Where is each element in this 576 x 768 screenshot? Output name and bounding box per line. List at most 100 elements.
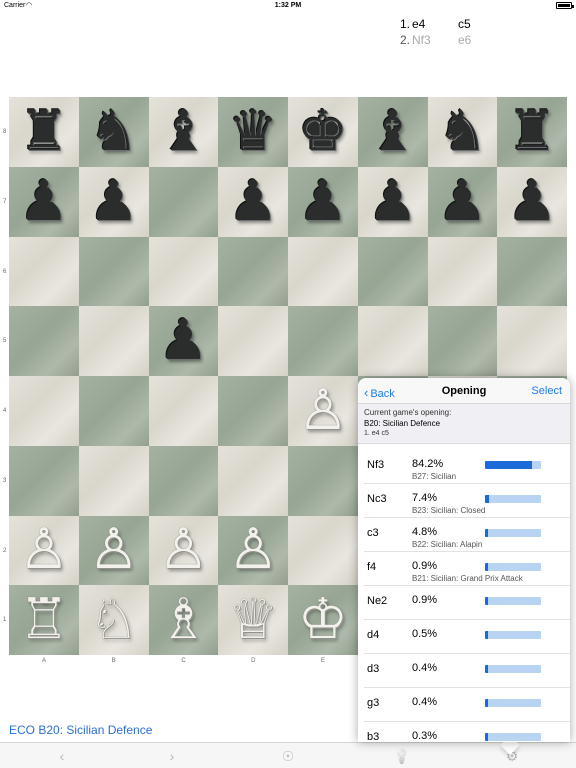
opening-move-row[interactable]: d3 0.4% bbox=[364, 654, 570, 688]
white-bishop-icon[interactable]: ♗ bbox=[158, 592, 208, 648]
board-square[interactable]: ♟ bbox=[218, 166, 288, 237]
black-rook-icon[interactable]: ♜ bbox=[507, 103, 557, 160]
black-pawn-icon[interactable]: ♟ bbox=[19, 173, 69, 230]
next-move-icon[interactable]: › bbox=[162, 747, 182, 765]
white-rook-icon[interactable]: ♖ bbox=[19, 592, 69, 648]
board-square[interactable]: ♚ bbox=[288, 97, 358, 167]
board-square[interactable] bbox=[78, 236, 149, 307]
white-queen-icon[interactable]: ♕ bbox=[228, 592, 278, 648]
opening-move-row[interactable]: Nc3 7.4% B23: Sicilian: Closed bbox=[364, 484, 570, 518]
black-knight-icon[interactable]: ♞ bbox=[437, 103, 487, 160]
select-button[interactable]: Select bbox=[531, 385, 562, 397]
move-list[interactable]: 1. e4 c5 2. Nf3 e6 bbox=[388, 16, 488, 48]
board-square[interactable] bbox=[497, 306, 567, 376]
board-square[interactable] bbox=[357, 306, 428, 376]
board-square[interactable]: ♟ bbox=[497, 166, 567, 237]
lightbulb-icon[interactable]: 💡 bbox=[392, 747, 412, 765]
board-square[interactable]: ♕ bbox=[218, 585, 288, 655]
black-pawn-icon[interactable]: ♟ bbox=[437, 173, 487, 230]
board-square[interactable] bbox=[218, 445, 288, 516]
opening-move-row[interactable]: Nf3 84.2% B27: Sicilian bbox=[364, 450, 570, 484]
board-square[interactable] bbox=[288, 236, 358, 307]
board-square[interactable]: ♝ bbox=[148, 97, 219, 167]
white-pawn-icon[interactable]: ♙ bbox=[228, 522, 278, 578]
board-square[interactable] bbox=[427, 236, 498, 307]
board-square[interactable]: ♟ bbox=[357, 166, 428, 237]
black-pawn-icon[interactable]: ♟ bbox=[158, 313, 208, 369]
black-pawn-icon[interactable]: ♟ bbox=[228, 173, 278, 230]
move-row[interactable]: 1. e4 c5 bbox=[388, 16, 488, 32]
board-square[interactable]: ♜ bbox=[497, 97, 567, 167]
board-square[interactable] bbox=[148, 445, 219, 516]
board-square[interactable]: ♞ bbox=[427, 97, 498, 167]
board-square[interactable]: ♙ bbox=[78, 515, 149, 586]
black-king-icon[interactable]: ♚ bbox=[298, 103, 348, 160]
board-square[interactable] bbox=[78, 445, 149, 516]
board-square[interactable] bbox=[9, 376, 79, 446]
board-square[interactable]: ♗ bbox=[148, 585, 219, 655]
eco-opening-link[interactable]: ECO B20: Sicilian Defence bbox=[9, 723, 152, 737]
board-square[interactable]: ♙ bbox=[9, 515, 79, 586]
previous-move-icon[interactable]: ‹ bbox=[52, 747, 72, 765]
black-pawn-icon[interactable]: ♟ bbox=[507, 173, 557, 230]
board-square[interactable] bbox=[9, 306, 79, 376]
board-square[interactable]: ♟ bbox=[148, 306, 219, 376]
opening-move-row[interactable]: f4 0.9% B21: Sicilian: Grand Prix Attack bbox=[364, 552, 570, 586]
white-knight-icon[interactable]: ♘ bbox=[89, 592, 139, 648]
board-square[interactable] bbox=[357, 236, 428, 307]
board-square[interactable]: ♘ bbox=[78, 585, 149, 655]
white-move[interactable]: e4 bbox=[412, 16, 425, 32]
opening-move-row[interactable]: Ne2 0.9% bbox=[364, 586, 570, 620]
opening-move-row[interactable]: c3 4.8% B22: Sicilian: Alapin bbox=[364, 518, 570, 552]
white-pawn-icon[interactable]: ♙ bbox=[19, 522, 69, 578]
board-square[interactable] bbox=[218, 236, 288, 307]
black-move[interactable]: e6 bbox=[458, 32, 471, 48]
white-move[interactable]: Nf3 bbox=[412, 32, 431, 48]
opening-move-row[interactable]: g3 0.4% bbox=[364, 688, 570, 722]
board-square[interactable]: ♙ bbox=[288, 376, 358, 446]
black-queen-icon[interactable]: ♛ bbox=[228, 103, 278, 160]
board-square[interactable] bbox=[288, 306, 358, 376]
white-king-icon[interactable]: ♔ bbox=[298, 592, 348, 648]
board-square[interactable]: ♙ bbox=[148, 515, 219, 586]
board-square[interactable]: ♛ bbox=[218, 97, 288, 167]
white-pawn-icon[interactable]: ♙ bbox=[298, 382, 348, 439]
board-square[interactable] bbox=[427, 306, 498, 376]
opening-move-list[interactable]: Nf3 84.2% B27: Sicilian Nc3 7.4% B23: Sicilia… bbox=[358, 444, 570, 742]
hint-icon[interactable]: ☉ bbox=[278, 747, 298, 765]
board-square[interactable] bbox=[148, 166, 219, 237]
board-square[interactable]: ♔ bbox=[288, 585, 358, 655]
black-bishop-icon[interactable]: ♝ bbox=[158, 103, 208, 160]
board-square[interactable] bbox=[288, 445, 358, 516]
board-square[interactable] bbox=[9, 445, 79, 516]
board-square[interactable] bbox=[497, 236, 567, 307]
board-square[interactable]: ♟ bbox=[427, 166, 498, 237]
board-square[interactable] bbox=[78, 306, 149, 376]
board-square[interactable]: ♞ bbox=[78, 97, 149, 167]
board-square[interactable] bbox=[218, 376, 288, 446]
board-square[interactable] bbox=[148, 376, 219, 446]
board-square[interactable] bbox=[218, 306, 288, 376]
black-knight-icon[interactable]: ♞ bbox=[89, 103, 139, 160]
black-pawn-icon[interactable]: ♟ bbox=[368, 173, 418, 230]
opening-move-row[interactable]: d4 0.5% bbox=[364, 620, 570, 654]
board-square[interactable]: ♜ bbox=[9, 97, 79, 167]
board-square[interactable]: ♝ bbox=[357, 97, 428, 167]
black-move[interactable]: c5 bbox=[458, 16, 471, 32]
black-pawn-icon[interactable]: ♟ bbox=[298, 173, 348, 230]
board-square[interactable]: ♖ bbox=[9, 585, 79, 655]
white-pawn-icon[interactable]: ♙ bbox=[158, 522, 208, 578]
board-square[interactable] bbox=[78, 376, 149, 446]
board-square[interactable]: ♟ bbox=[9, 166, 79, 237]
white-pawn-icon[interactable]: ♙ bbox=[89, 522, 139, 578]
board-square[interactable] bbox=[288, 515, 358, 586]
move-row[interactable]: 2. Nf3 e6 bbox=[388, 32, 488, 48]
board-square[interactable]: ♟ bbox=[288, 166, 358, 237]
black-rook-icon[interactable]: ♜ bbox=[19, 103, 69, 160]
board-square[interactable]: ♙ bbox=[218, 515, 288, 586]
board-square[interactable] bbox=[9, 236, 79, 307]
black-bishop-icon[interactable]: ♝ bbox=[368, 103, 418, 160]
black-pawn-icon[interactable]: ♟ bbox=[89, 173, 139, 230]
board-square[interactable] bbox=[148, 236, 219, 307]
board-square[interactable]: ♟ bbox=[78, 166, 149, 237]
